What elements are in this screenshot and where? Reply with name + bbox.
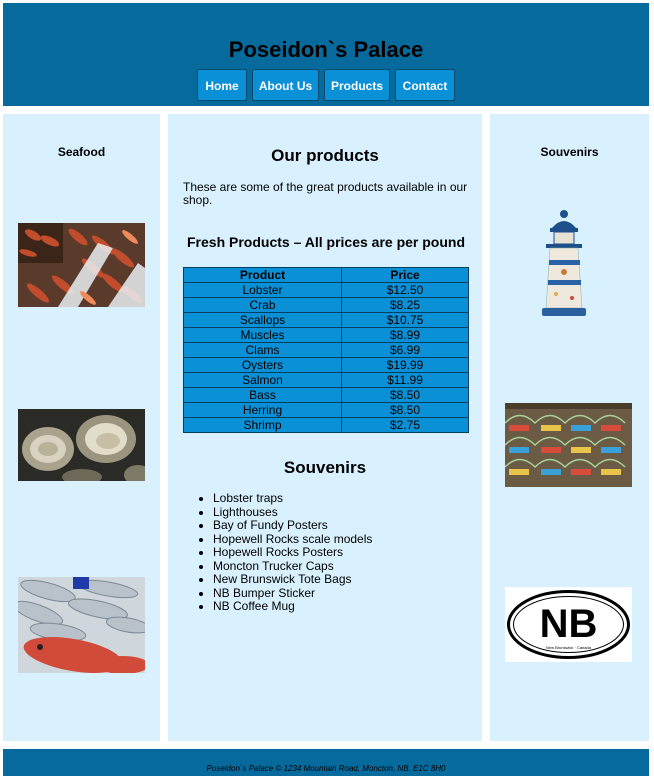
nav-contact-button[interactable]: Contact: [395, 69, 455, 101]
nb-sticker-subtext: New Brunswick · Canada: [546, 645, 592, 650]
list-item: Lobster traps: [213, 491, 372, 506]
table-row: Clams $6.99: [183, 342, 469, 358]
nb-sticker-photo: NB New Brunswick · Canada: [505, 587, 632, 662]
oysters-photo: [18, 409, 145, 481]
product-cell: Herring: [183, 402, 342, 418]
nb-sticker-text: NB: [540, 602, 598, 646]
fresh-products-heading: Fresh Products – All prices are per poun…: [187, 234, 465, 250]
price-cell: $8.99: [341, 327, 469, 343]
lighthouse-photo: [534, 208, 594, 320]
nav-products-button[interactable]: Products: [324, 69, 390, 101]
table-row: Muscles $8.99: [183, 327, 469, 343]
site-title: Poseidon`s Palace: [228, 37, 424, 62]
table-row: Crab $8.25: [183, 297, 469, 313]
col-header-price: Price: [341, 267, 469, 283]
site-footer: Poseidon`s Palace © 1234 Mountain Road, …: [3, 749, 649, 776]
table-row: Scallops $10.75: [183, 312, 469, 328]
product-cell: Oysters: [183, 357, 342, 373]
price-cell: $8.50: [341, 387, 469, 403]
product-cell: Lobster: [183, 282, 342, 298]
price-cell: $12.50: [341, 282, 469, 298]
souvenirs-side-heading: Souvenirs: [540, 145, 599, 159]
price-cell: $8.25: [341, 297, 469, 313]
table-header-row: Product Price: [183, 267, 469, 283]
left-sidebar: Seafood: [3, 114, 160, 741]
intro-text: These are some of the great products ava…: [183, 180, 468, 207]
price-cell: $8.50: [341, 402, 469, 418]
list-item: NB Coffee Mug: [213, 599, 372, 614]
table-row: Herring $8.50: [183, 402, 469, 418]
right-sidebar: Souvenirs NB New Brunswick · Canada: [490, 114, 649, 741]
list-item: Lighthouses: [213, 505, 372, 520]
product-cell: Shrimp: [183, 417, 342, 433]
lobster-traps-photo: [505, 403, 632, 487]
price-cell: $6.99: [341, 342, 469, 358]
list-item: Moncton Trucker Caps: [213, 559, 372, 574]
shrimp-photo: [18, 223, 145, 307]
product-cell: Bass: [183, 387, 342, 403]
table-row: Bass $8.50: [183, 387, 469, 403]
table-row: Lobster $12.50: [183, 282, 469, 298]
fish-photo: [18, 577, 145, 673]
footer-text: Poseidon`s Palace © 1234 Mountain Road, …: [206, 764, 446, 773]
list-item: Bay of Fundy Posters: [213, 518, 372, 533]
price-cell: $19.99: [341, 357, 469, 373]
product-cell: Crab: [183, 297, 342, 313]
nav-about-button[interactable]: About Us: [252, 69, 319, 101]
col-header-product: Product: [183, 267, 342, 283]
price-cell: $11.99: [341, 372, 469, 388]
site-header: Poseidon`s Palace Home About Us Products…: [3, 3, 649, 106]
product-cell: Clams: [183, 342, 342, 358]
product-cell: Muscles: [183, 327, 342, 343]
our-products-heading: Our products: [271, 146, 379, 165]
price-cell: $10.75: [341, 312, 469, 328]
table-row: Salmon $11.99: [183, 372, 469, 388]
nav-home-button[interactable]: Home: [197, 69, 247, 101]
table-row: Shrimp $2.75: [183, 417, 469, 433]
price-cell: $2.75: [341, 417, 469, 433]
list-item: NB Bumper Sticker: [213, 586, 372, 601]
price-table: Product Price Lobster $12.50 Crab $8.25 Sc…: [183, 267, 469, 433]
seafood-heading: Seafood: [57, 145, 106, 159]
product-cell: Salmon: [183, 372, 342, 388]
main-content: Our products These are some of the great…: [168, 114, 482, 741]
product-cell: Scallops: [183, 312, 342, 328]
souvenir-list: Lobster traps Lighthouses Bay of Fundy P…: [183, 491, 372, 614]
list-item: Hopewell Rocks Posters: [213, 545, 372, 560]
table-row: Oysters $19.99: [183, 357, 469, 373]
souvenirs-heading: Souvenirs: [283, 458, 367, 477]
list-item: New Brunswick Tote Bags: [213, 572, 372, 587]
list-item: Hopewell Rocks scale models: [213, 532, 372, 547]
